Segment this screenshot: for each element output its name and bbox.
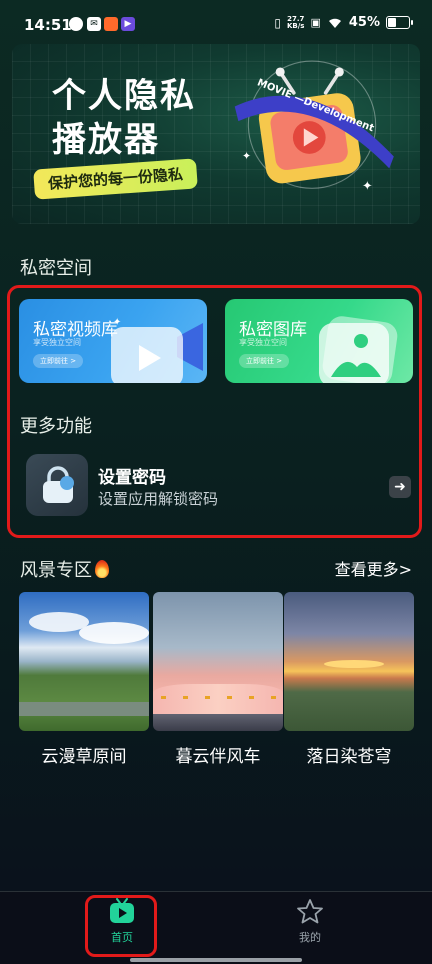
scenic-title: 风景专区 <box>20 556 109 582</box>
wifi-icon <box>328 18 341 28</box>
photo-caption: 暮云伴风车 <box>175 747 261 767</box>
bottom-nav <box>0 892 432 964</box>
go-now-button[interactable]: 立即前往 > <box>239 354 290 368</box>
svg-text:✦: ✦ <box>113 317 121 328</box>
svg-text:✦: ✦ <box>242 149 251 162</box>
app-notification-icon <box>69 17 83 31</box>
image-gallery-icon <box>319 316 398 383</box>
vibrate-icon: ▯ <box>274 15 281 30</box>
sim-icon: ▣ <box>310 16 321 29</box>
go-now-button[interactable]: 立即前往 > <box>33 354 84 368</box>
battery-icon <box>386 16 413 29</box>
private-gallery-card[interactable]: 私密图库 享受独立空间 立即前往 > <box>225 299 413 383</box>
nav-mine[interactable]: 我的 <box>280 898 340 945</box>
nav-mine-label: 我的 <box>299 931 321 944</box>
card-subtitle: 享受独立空间 <box>239 338 287 347</box>
tv-illustration-icon: MOVIE —Development ✦ ✦ <box>234 60 394 193</box>
battery-percent: 45% <box>348 15 380 30</box>
lock-tile <box>26 454 88 516</box>
app-badge-icon <box>104 17 118 31</box>
star-icon <box>297 899 323 924</box>
mail-icon: ✉ <box>87 17 101 31</box>
hero-banner[interactable]: 个人隐私 播放器 保护您的每一份隐私 MOVIE —Development ✦ … <box>12 44 420 224</box>
private-video-card[interactable]: 私密视频库 享受独立空间 立即前往 > ✦ <box>19 299 207 383</box>
password-subtitle: 设置应用解锁密码 <box>98 490 219 508</box>
photo-windmills[interactable] <box>153 592 283 731</box>
status-right: ▯ 27.7 KB/s ▣ 45% <box>274 14 413 30</box>
password-title: 设置密码 <box>98 468 166 488</box>
home-highlight-frame <box>85 895 157 957</box>
banner-tagline: 保护您的每一份隐私 <box>33 158 198 200</box>
arrow-right-icon[interactable]: ➜ <box>389 476 411 498</box>
svg-text:✦: ✦ <box>362 178 373 193</box>
status-time: 14:51 <box>24 16 72 34</box>
photo-grassland[interactable] <box>19 592 149 731</box>
private-space-title: 私密空间 <box>20 258 92 279</box>
banner-title: 个人隐私 播放器 <box>52 76 196 160</box>
more-features-title: 更多功能 <box>20 416 92 437</box>
photo-sunset[interactable] <box>284 592 414 731</box>
photo-caption: 云漫草原间 <box>41 747 127 767</box>
set-password-item[interactable]: 设置密码 设置应用解锁密码 ➜ <box>20 446 415 526</box>
home-indicator[interactable] <box>130 958 302 962</box>
card-subtitle: 享受独立空间 <box>33 338 81 347</box>
play-notification-icon: ▶ <box>121 17 135 31</box>
fire-icon <box>95 560 109 578</box>
net-speed: 27.7 KB/s <box>286 14 305 30</box>
photo-caption: 落日染苍穹 <box>306 747 392 767</box>
lock-icon <box>43 466 74 503</box>
see-more-link[interactable]: 查看更多> <box>335 556 412 580</box>
video-camera-icon: ✦ <box>111 317 203 383</box>
